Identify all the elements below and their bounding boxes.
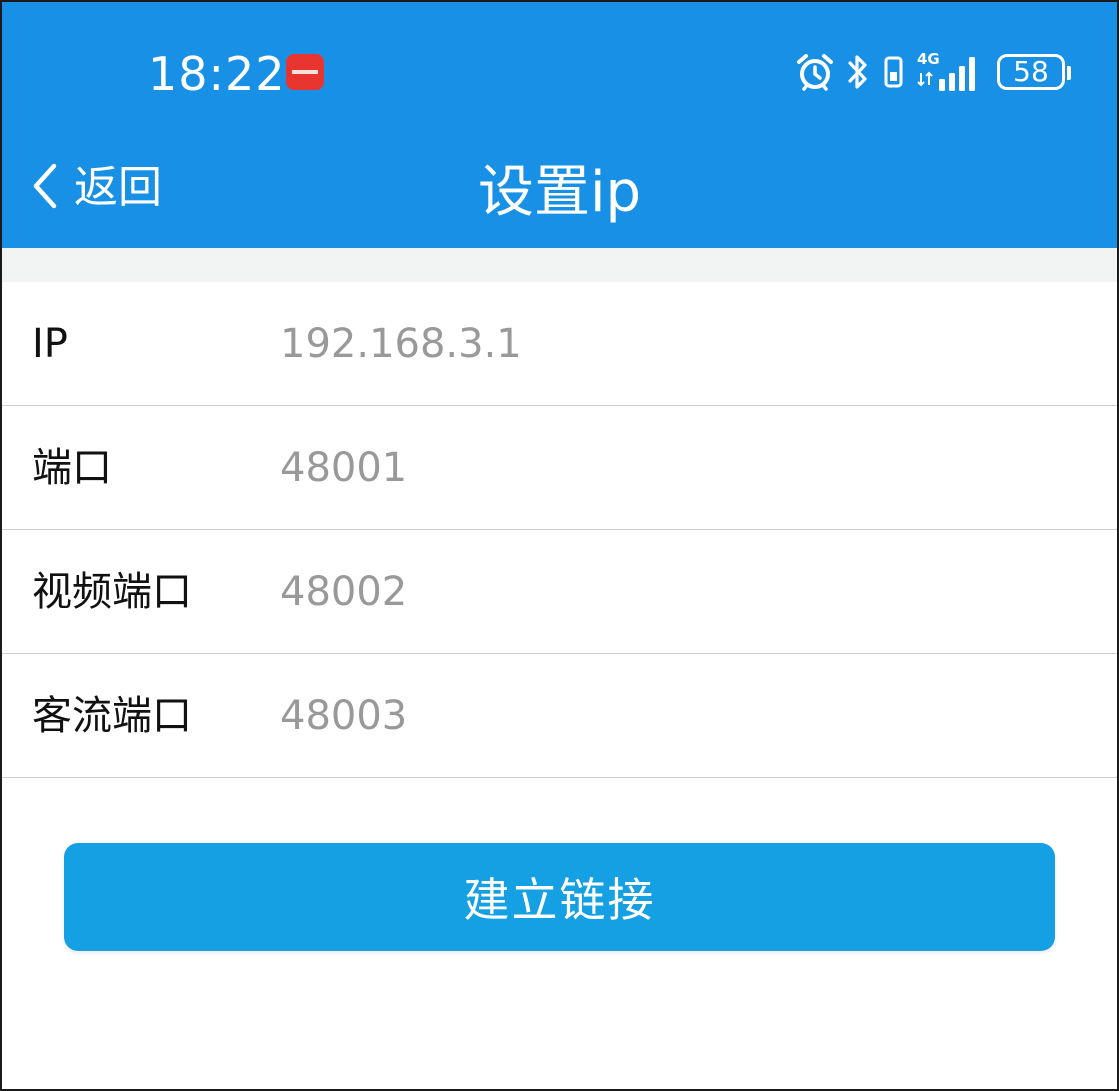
port-label: 端口 — [32, 445, 112, 491]
bluetooth-icon — [847, 52, 869, 92]
settings-form: IP 端口 视频端口 客流端口 — [2, 282, 1117, 778]
battery-icon: 58 — [997, 54, 1071, 90]
ip-label: IP — [32, 321, 68, 367]
traffic-port-label: 客流端口 — [32, 693, 192, 739]
ip-row: IP — [2, 282, 1117, 406]
connect-button[interactable]: 建立链接 — [64, 843, 1055, 951]
ip-input[interactable] — [278, 312, 1062, 376]
alarm-icon — [795, 52, 835, 92]
video-port-label: 视频端口 — [32, 569, 192, 615]
status-bar: 18:22 4G 58 — [2, 2, 1117, 132]
status-icons: 4G 58 — [795, 48, 1071, 96]
status-time: 18:22 — [148, 47, 286, 101]
signal-icon: 4G — [917, 51, 985, 93]
app-notification-icon — [286, 54, 324, 90]
page-title: 设置ip — [477, 160, 642, 225]
traffic-port-row: 客流端口 — [2, 654, 1117, 778]
top-header: 18:22 4G 58 返回 设置ip — [2, 2, 1117, 248]
section-spacer — [2, 248, 1117, 282]
app-screen: 18:22 4G 58 返回 设置ip IP 192.168.3.1 端口 48… — [0, 0, 1119, 1091]
video-port-input[interactable] — [278, 560, 1062, 624]
video-port-row: 视频端口 — [2, 530, 1117, 654]
port-row: 端口 — [2, 406, 1117, 530]
port-input[interactable] — [278, 436, 1062, 500]
traffic-port-input[interactable] — [278, 684, 1062, 748]
vibrate-icon — [881, 52, 905, 92]
navigation-bar: 返回 设置ip — [2, 132, 1117, 248]
